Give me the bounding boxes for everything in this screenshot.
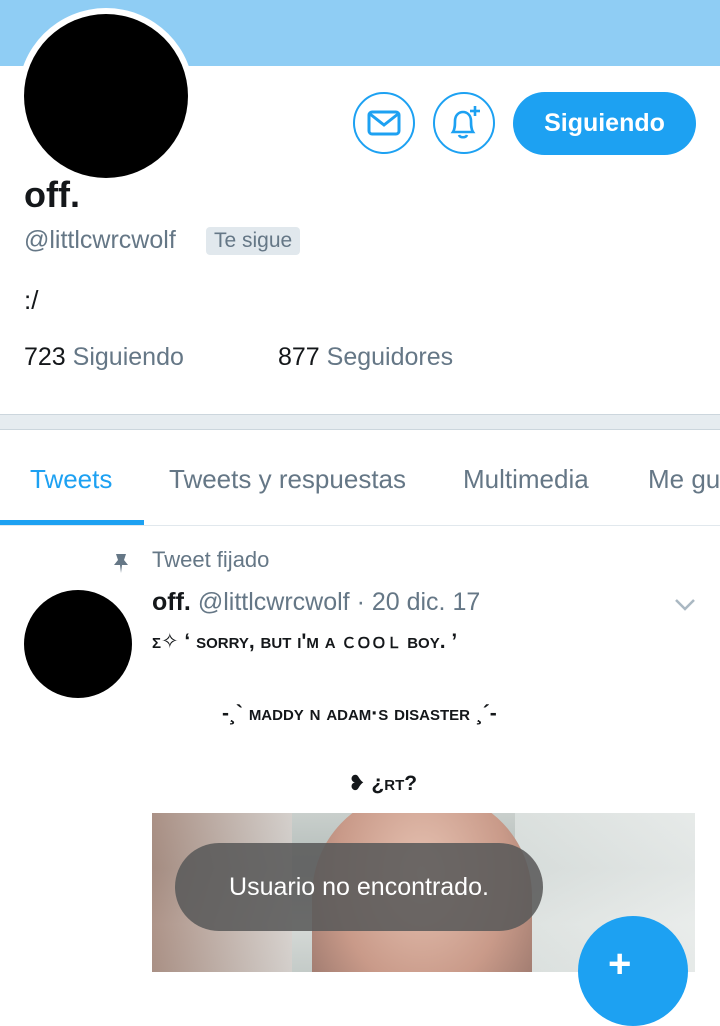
tweet-separator: ·	[356, 588, 365, 616]
following-count: 723	[24, 343, 66, 371]
tweet-text-line-2: -¸` maddy n adam·s disaster ¸´-	[222, 702, 497, 725]
bell-plus-icon	[450, 106, 480, 139]
compose-tweet-button[interactable]: +	[578, 916, 688, 1026]
toast-message: Usuario no encontrado.	[175, 843, 543, 931]
followers-count: 877	[278, 343, 320, 371]
profile-bio: :/	[24, 285, 39, 315]
tweet-text-line-1: ʃ✧ ‘ sorry, but i'm a ｃｏｏｌ boy. ’	[152, 630, 458, 653]
tweet-header: off. @littlcwrcwolf · 20 dic. 17	[152, 588, 480, 617]
section-divider	[0, 414, 720, 430]
tweet-date[interactable]: 20 dic. 17	[372, 588, 480, 616]
following-label: Siguiendo	[72, 343, 184, 371]
tab-tweets-and-replies[interactable]: Tweets y respuestas	[169, 464, 406, 495]
profile-handle: @littlcwrcwolf	[24, 226, 176, 254]
compose-quill-icon: +	[608, 942, 632, 986]
profile-avatar-frame	[18, 8, 194, 184]
tweet-author-avatar[interactable]	[24, 590, 132, 698]
tab-tweets[interactable]: Tweets	[30, 464, 112, 495]
tweet-author-name[interactable]: off.	[152, 588, 191, 616]
profile-name: off.	[24, 174, 80, 215]
following-button[interactable]: Siguiendo	[513, 92, 696, 155]
following-stat[interactable]: 723 Siguiendo	[24, 343, 184, 372]
tweet-text-line-3: ❥ ¿rt?	[348, 772, 418, 795]
chevron-down-icon[interactable]	[674, 598, 696, 612]
tab-likes[interactable]: Me gu	[648, 464, 720, 495]
profile-tabs: Tweets Tweets y respuestas Multimedia Me…	[0, 430, 720, 526]
active-tab-indicator	[0, 520, 144, 525]
follows-you-badge: Te sigue	[206, 227, 301, 255]
tab-media[interactable]: Multimedia	[463, 464, 589, 495]
followers-stat[interactable]: 877 Seguidores	[278, 343, 453, 372]
tweet-author-handle[interactable]: @littlcwrcwolf	[198, 588, 350, 616]
pinned-tweet-label: Tweet fijado	[152, 547, 270, 572]
profile-avatar[interactable]	[24, 14, 188, 178]
message-button[interactable]	[353, 92, 415, 154]
pin-icon	[114, 554, 128, 573]
notifications-button[interactable]	[433, 92, 495, 154]
followers-label: Seguidores	[326, 343, 454, 371]
envelope-icon	[367, 110, 401, 136]
